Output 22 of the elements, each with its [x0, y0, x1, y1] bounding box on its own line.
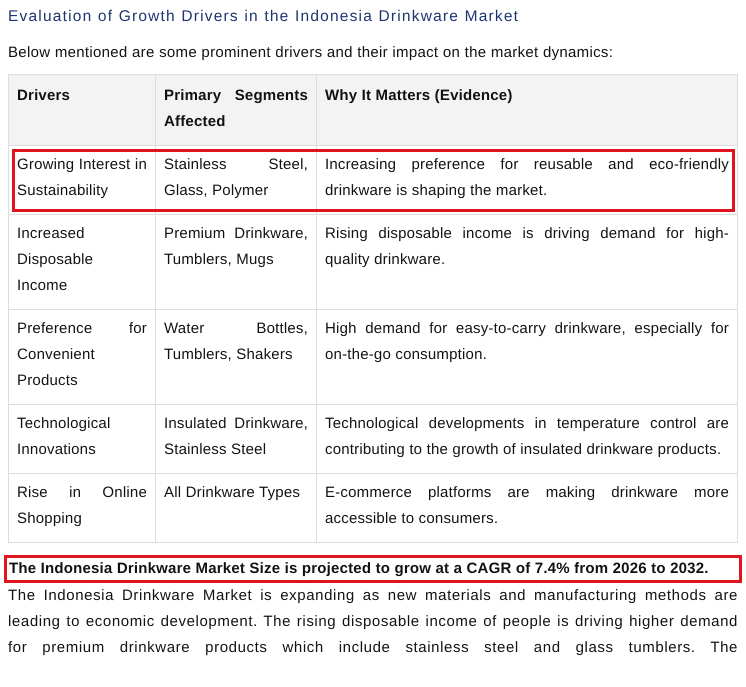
table-cell: Rise in Online Shopping: [8, 474, 156, 542]
table-cell: E-commerce platforms are making drinkware more accessible to consumers.: [316, 474, 738, 542]
table-cell: All Drinkware Types: [156, 474, 316, 542]
table-cell: Technological developments in temperature control are contributing to the growth of insulated drinkware products.: [316, 404, 738, 474]
table-cell: Stainless Steel, Glass, Polymer: [156, 146, 316, 214]
table-cell: Technological Innovations: [8, 404, 156, 474]
table-cell: High demand for easy-to-carry drinkware, especially for on-the-go consumption.: [316, 310, 738, 404]
table-cell: Preference for Convenient Products: [8, 310, 156, 404]
table-cell: Growing Interest in Sustainability: [8, 146, 156, 214]
column-header: Primary Segments Affected: [156, 74, 316, 146]
section-title: Evaluation of Growth Drivers in the Indonesia Drinkware Market: [8, 7, 520, 27]
column-header: Why It Matters (Evidence): [316, 74, 738, 146]
table-cell: Water Bottles, Tumblers, Shakers: [156, 310, 316, 404]
table-cell: Increasing preference for reusable and eco-friendly drinkware is shaping the market.: [316, 146, 738, 214]
table-cell: Increased Disposable Income: [8, 214, 156, 310]
body-paragraph: The Indonesia Drinkware Market is expanding as new materials and manufacturing methods are leading to economic development. The rising disposable income of people is driving higher demand for premium drinkware products which include stainless steel and glass tumblers. The: [8, 586, 738, 658]
table-cell: Insulated Drinkware, Stainless Steel: [156, 404, 316, 474]
column-header: Drivers: [8, 74, 156, 146]
table-cell: Premium Drinkware, Tumblers, Mugs: [156, 214, 316, 310]
headline-text: The Indonesia Drinkware Market Size is projected to grow at a CAGR of 7.4% from 2026 to 2032.: [4, 555, 742, 583]
intro-text: Below mentioned are some prominent drivers and their impact on the market dynamics:: [8, 43, 614, 63]
table-cell: Rising disposable income is driving demand for high-quality drinkware.: [316, 214, 738, 310]
